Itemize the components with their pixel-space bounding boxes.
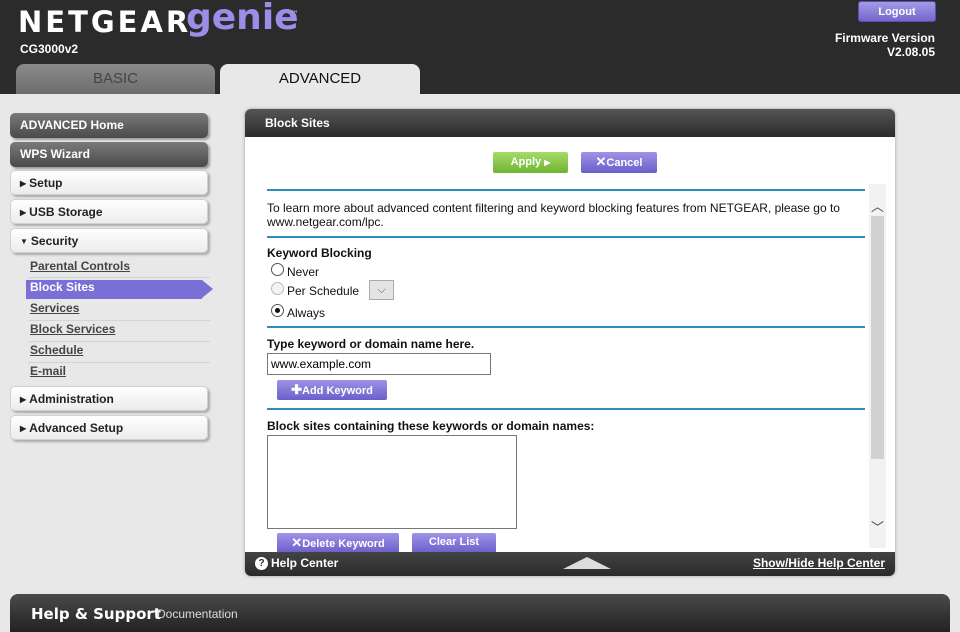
radio-per-schedule[interactable] [271,282,284,295]
radio-always-label: Always [287,306,326,320]
apply-label: Apply [510,156,542,168]
close-icon: ✕ [291,535,303,550]
logout-button[interactable]: Logout [858,1,936,22]
firmware-label: Firmware Version [834,31,935,45]
divider [28,277,210,278]
keyword-blocking-heading: Keyword Blocking [267,246,372,260]
info-link: www.netgear.com/lpc. [267,215,384,229]
play-arrow-icon: ▶ [544,158,551,167]
block-sites-panel: Block Sites Apply ▶ ✕Cancel To learn mor… [245,109,895,576]
expand-triangle-icon: ▶ [20,179,27,188]
radio-always[interactable] [271,304,284,317]
section-divider [267,236,865,238]
divider [28,341,210,342]
add-keyword-label: Add Keyword [302,385,373,397]
cancel-button[interactable]: ✕Cancel [581,152,657,173]
footer-bar: Help & Support Documentation [10,594,950,632]
active-arrow-icon [202,280,213,298]
apply-button[interactable]: Apply ▶ [493,152,568,173]
section-divider [267,408,865,410]
page-title: Block Sites [265,116,330,130]
divider [28,320,210,321]
sidebar-item-label: Administration [29,392,114,406]
help-center-bar: ? Help Center Show/Hide Help Center [245,552,895,576]
firmware-version: V2.08.05 [886,45,935,59]
sidebar-subitem-services[interactable]: Services [30,301,79,315]
panel-header: Block Sites [245,109,895,137]
radio-per-schedule-label: Per Schedule [287,284,360,298]
keyword-prompt: Type keyword or domain name here. [267,337,475,351]
help-support-label: Help & Support [31,605,161,623]
info-text: To learn more about advanced content fil… [267,201,840,215]
sidebar-item-advanced-setup[interactable]: ▶ Advanced Setup [10,415,208,440]
expand-triangle-icon: ▶ [20,424,27,433]
add-keyword-button[interactable]: ✚Add Keyword [277,380,387,400]
netgear-logo: NETGEAR [18,5,192,39]
clear-list-button[interactable]: Clear List [412,533,496,553]
radio-never-label: Never [287,265,320,279]
sidebar-item-label: USB Storage [29,205,103,219]
close-icon: ✕ [595,154,607,169]
tab-basic[interactable]: BASIC [16,64,215,94]
top-header: NETGEAR genie ™ CG3000v2 Logout Firmware… [0,0,960,94]
delete-keyword-button[interactable]: ✕Delete Keyword [277,533,399,553]
show-hide-help-link[interactable]: Show/Hide Help Center [753,556,885,570]
plus-icon: ✚ [291,382,302,397]
scrollbar-thumb[interactable] [871,216,884,459]
keyword-list[interactable] [267,435,517,529]
sidebar-subitem-schedule[interactable]: Schedule [30,343,83,357]
sidebar-item-setup[interactable]: ▶ Setup [10,170,208,195]
sidebar-item-label: Advanced Setup [29,421,124,435]
collapse-triangle-icon: ▼ [20,237,28,246]
divider [28,362,210,363]
expand-triangle-icon: ▶ [20,395,27,404]
question-icon: ? [255,557,268,570]
section-divider [267,189,865,191]
sidebar-item-security[interactable]: ▼ Security [10,228,208,253]
section-divider [267,326,865,328]
sidebar-item-administration[interactable]: ▶ Administration [10,386,208,411]
chevron-down-icon: ⌵ [377,284,386,296]
help-center-label: Help Center [271,556,339,570]
cancel-label: Cancel [606,157,643,169]
keyword-list-heading: Block sites containing these keywords or… [267,419,595,433]
sidebar-item-wps-wizard[interactable]: WPS Wizard [10,142,208,167]
sidebar-subitem-block-services[interactable]: Block Services [30,322,115,336]
radio-never[interactable] [271,263,284,276]
documentation-link[interactable]: Documentation [157,607,238,621]
schedule-dropdown[interactable]: ⌵ [369,280,394,300]
delete-keyword-label: Delete Keyword [302,538,385,550]
trademark-mark: ™ [290,10,299,20]
sidebar-subitem-email[interactable]: E-mail [30,364,66,378]
sidebar-item-label: Setup [29,176,63,190]
expand-up-arrow-icon[interactable] [563,557,611,569]
sidebar-item-label: Security [30,234,79,248]
sidebar-subitem-block-sites[interactable]: Block Sites [30,280,95,294]
genie-logo: genie [186,0,299,38]
expand-triangle-icon: ▶ [20,208,27,217]
scroll-up-icon[interactable]: ︿ [869,196,886,215]
model-name: CG3000v2 [20,42,79,56]
keyword-input[interactable] [267,353,491,375]
scroll-down-icon[interactable]: ﹀ [869,517,886,536]
tab-advanced[interactable]: ADVANCED [220,64,420,94]
sidebar-item-advanced-home[interactable]: ADVANCED Home [10,113,208,138]
sidebar-subitem-parental-controls[interactable]: Parental Controls [30,259,130,273]
sidebar-item-usb-storage[interactable]: ▶ USB Storage [10,199,208,224]
